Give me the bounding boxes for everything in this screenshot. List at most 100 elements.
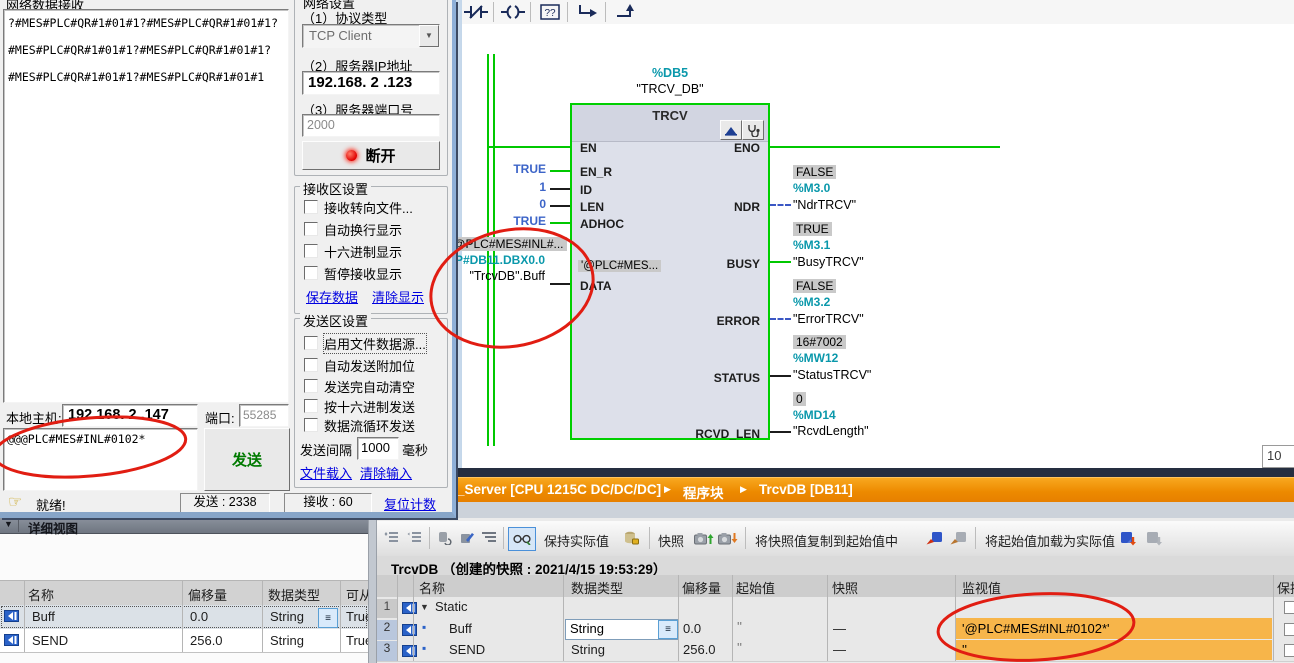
error-address[interactable]: %M3.2: [793, 295, 830, 309]
disconnect-button[interactable]: 断开: [302, 141, 440, 170]
checkbox-auto-append-label[interactable]: 自动发送附加位: [324, 356, 415, 375]
db-row-send[interactable]: 3 ▪ SEND String 256.0 '' — '': [377, 640, 1294, 662]
server-port-field[interactable]: 2000: [302, 114, 440, 137]
data-inline-monitor: '@PLC#MES...: [578, 260, 661, 272]
diagnostics-icon[interactable]: [742, 120, 764, 140]
trcv-block[interactable]: TRCV EN ENO EN_R ID LEN ADHOC '@PLC#MES.…: [570, 103, 770, 440]
contact-nc-icon[interactable]: [460, 2, 492, 22]
data-address[interactable]: P#DB11.DBX0.0: [448, 253, 545, 267]
clear-input-link[interactable]: 清除输入: [360, 463, 412, 482]
instance-db-name[interactable]: "TRCV_DB": [570, 82, 770, 96]
breadcrumb-item-db[interactable]: TrcvDB [DB11]: [759, 482, 853, 497]
db-retain-icon[interactable]: [620, 529, 642, 547]
detail-row-send[interactable]: SEND 256.0 String True: [0, 629, 368, 652]
clear-display-link[interactable]: 清除显示: [372, 287, 424, 306]
status-address[interactable]: %MW12: [793, 351, 838, 365]
reset-counter-link[interactable]: 复位计数: [384, 494, 436, 513]
server-ip-field[interactable]: 192.168. 2 .123: [302, 71, 440, 95]
data-symbol[interactable]: "TrcvDB".Buff: [448, 269, 545, 283]
type-editor-cell[interactable]: String ≡: [565, 619, 679, 640]
checkbox-hex-display-label[interactable]: 十六进制显示: [324, 242, 402, 261]
local-ip-field[interactable]: 192.168. 2 .147: [62, 404, 198, 427]
retain-checkbox[interactable]: [1284, 623, 1294, 636]
collapse-icon[interactable]: ▼: [4, 519, 13, 529]
breadcrumb-item-blocks[interactable]: 程序块: [683, 482, 724, 502]
db-row-buff[interactable]: 2 ▪ Buff String ≡ 0.0 '' — '@PLC#MES#INL…: [377, 618, 1294, 641]
row-filter-icon[interactable]: [479, 529, 499, 547]
checkbox-auto-clear[interactable]: [304, 379, 318, 393]
keep-actual-label[interactable]: 保持实际值: [544, 531, 609, 550]
checkbox-file-source-label[interactable]: 启用文件数据源...: [324, 334, 426, 353]
db-h-snap: 快照: [832, 578, 858, 597]
send-interval-field[interactable]: 1000: [357, 437, 399, 460]
file-load-link[interactable]: 文件载入: [300, 463, 352, 482]
save-data-link[interactable]: 保存数据: [306, 287, 358, 306]
copy-snapshot-label[interactable]: 将快照值复制到起始值中: [755, 531, 898, 550]
checkbox-loop-send-label[interactable]: 数据流循环发送: [324, 416, 415, 435]
empty-box-icon[interactable]: ??: [534, 2, 566, 22]
rcvdlen-symbol[interactable]: "RcvdLength": [793, 424, 869, 438]
open-block-icon[interactable]: [720, 120, 742, 140]
checkbox-auto-clear-label[interactable]: 发送完自动清空: [324, 377, 415, 396]
collapse-all-icon[interactable]: [404, 529, 424, 547]
type-dropdown-icon[interactable]: ≡: [658, 620, 678, 639]
monitor-all-icon[interactable]: [508, 527, 536, 551]
detail-cell-offset: 256.0: [190, 633, 223, 648]
send-button[interactable]: 发送: [204, 428, 290, 491]
coil-icon[interactable]: [497, 2, 529, 22]
copy-snapshot-icon[interactable]: [923, 529, 945, 547]
recv-data-box[interactable]: ?#MES#PLC#QR#1#01#1?#MES#PLC#QR#1#01#1? …: [3, 9, 289, 403]
error-wire: [770, 318, 791, 320]
local-port-field[interactable]: 55285: [239, 404, 289, 427]
busy-symbol[interactable]: "BusyTRCV": [793, 255, 864, 269]
detail-row-buff[interactable]: Buff 0.0 String ≡ True: [0, 605, 368, 629]
recv-line: ?#MES#PLC#QR#1#01#1?#MES#PLC#QR#1#01#1?: [8, 16, 278, 30]
checkbox-auto-wrap[interactable]: [304, 222, 318, 236]
detail-view-titlebar[interactable]: ▼ 详细视图: [0, 518, 368, 534]
edit-values-icon[interactable]: [457, 529, 477, 547]
retain-checkbox[interactable]: [1284, 601, 1294, 614]
status-wire: [770, 375, 791, 377]
type-dropdown-icon[interactable]: ≡: [318, 608, 338, 628]
open-branch-icon[interactable]: [572, 2, 604, 22]
zoom-level-box[interactable]: 10: [1262, 445, 1294, 468]
panel-splitter[interactable]: [368, 518, 377, 663]
keep-actual-icon[interactable]: [435, 529, 455, 547]
snapshot-download-icon[interactable]: [717, 529, 739, 547]
checkbox-file-source[interactable]: [304, 336, 318, 350]
ndr-address[interactable]: %M3.0: [793, 181, 830, 195]
checkbox-pause-recv-label[interactable]: 暂停接收显示: [324, 264, 402, 283]
instance-db-address[interactable]: %DB5: [570, 66, 770, 80]
copy-snapshot-alt-icon[interactable]: [947, 529, 969, 547]
load-start-icon[interactable]: [1117, 529, 1139, 547]
protocol-select[interactable]: TCP Client ▼: [302, 24, 440, 48]
checkbox-hex-send[interactable]: [304, 399, 318, 413]
checkbox-hex-send-label[interactable]: 按十六进制发送: [324, 397, 415, 416]
checkbox-auto-append[interactable]: [304, 358, 318, 372]
snapshot-label[interactable]: 快照: [658, 531, 684, 550]
rcvdlen-address[interactable]: %MD14: [793, 408, 836, 422]
checkbox-auto-wrap-label[interactable]: 自动换行显示: [324, 220, 402, 239]
retain-checkbox[interactable]: [1284, 644, 1294, 657]
expand-all-icon[interactable]: [381, 529, 401, 547]
send-input[interactable]: @@@PLC#MES#INL#0102*: [3, 428, 198, 491]
checkbox-pause-recv[interactable]: [304, 266, 318, 280]
breadcrumb-item-cpu[interactable]: P_Server [CPU 1215C DC/DC/DC]: [448, 482, 661, 497]
close-branch-icon[interactable]: [610, 2, 642, 22]
checkbox-loop-send[interactable]: [304, 418, 318, 432]
busy-address[interactable]: %M3.1: [793, 238, 830, 252]
db-editor-toolbar: 保持实际值 快照 将快照值复制到起始值中 将起始值加载为实际值: [377, 521, 1294, 557]
load-start-alt-icon[interactable]: [1143, 529, 1165, 547]
load-start-label[interactable]: 将起始值加载为实际值: [985, 531, 1115, 550]
chevron-down-icon[interactable]: ▼: [419, 25, 439, 47]
error-symbol[interactable]: "ErrorTRCV": [793, 312, 864, 326]
expand-static-icon[interactable]: ▼: [420, 602, 429, 612]
db-row-static[interactable]: 1 ▼ Static: [377, 597, 1294, 619]
ndr-monitor: FALSE: [793, 165, 836, 179]
ndr-symbol[interactable]: "NdrTRCV": [793, 198, 856, 212]
checkbox-recv-to-file-label[interactable]: 接收转向文件...: [324, 198, 413, 217]
status-symbol[interactable]: "StatusTRCV": [793, 368, 871, 382]
checkbox-hex-display[interactable]: [304, 244, 318, 258]
snapshot-upload-icon[interactable]: [693, 529, 715, 547]
checkbox-recv-to-file[interactable]: [304, 200, 318, 214]
